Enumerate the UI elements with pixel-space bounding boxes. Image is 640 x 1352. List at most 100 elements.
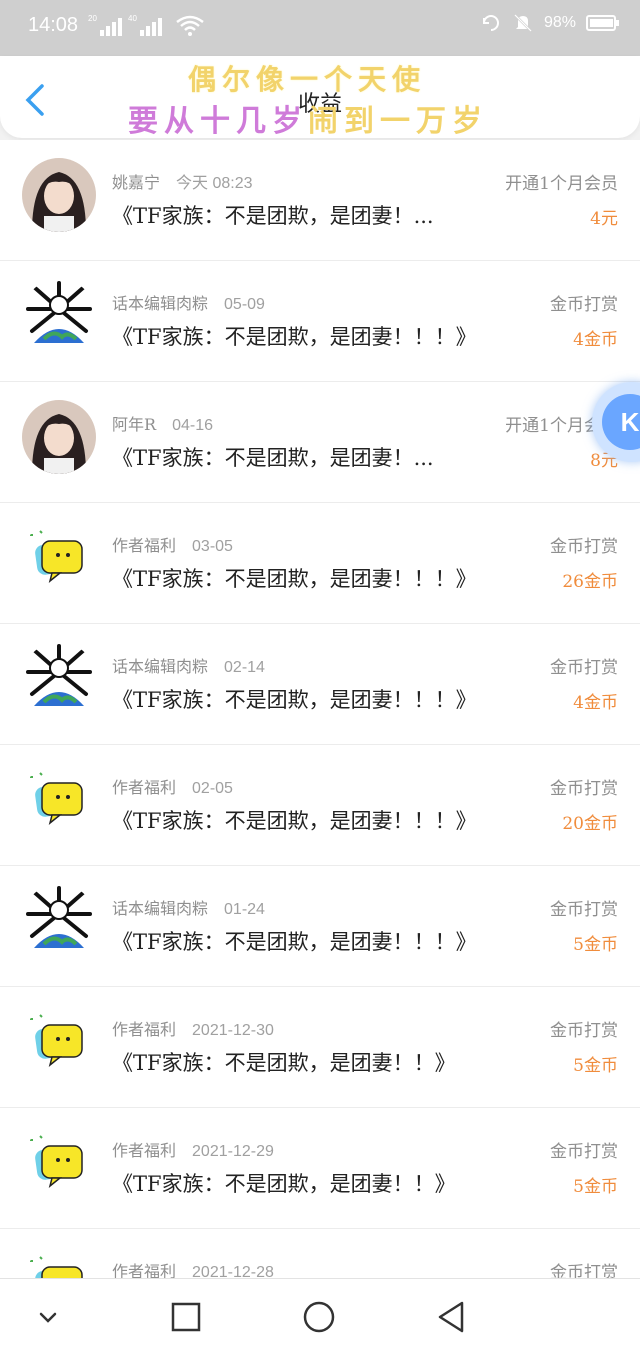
list-item[interactable]: 话本编辑肉粽 01-24 《TF家族：不是团欺，是团妻！！！》 金币打赏 5金币 [0, 866, 640, 987]
book-title: 《TF家族：不是团欺，是团妻！！！》 [112, 930, 472, 954]
item-meta: 作者福利 2021-12-29 [112, 1137, 274, 1161]
book-title: 《TF家族：不是团欺，是团妻！... [112, 204, 434, 228]
earnings-list: 姚嘉宁 今天 08:23 《TF家族：不是团欺，是团妻！... 开通1个月会员 4… [0, 140, 640, 1278]
item-date: 2021-12-30 [192, 1022, 274, 1039]
avatar[interactable] [22, 642, 96, 716]
overlay-text-part-b: 闹到一万岁 [308, 104, 488, 139]
overlay-text-part-a: 要从十几岁 [128, 104, 308, 139]
earning-type: 金币打赏 [550, 658, 618, 678]
earning-amount: 20金币 [562, 814, 618, 834]
earning-type: 开通1个月会员 [505, 174, 618, 194]
list-item[interactable]: 阿年R 04-16 《TF家族：不是团欺，是团妻！... 开通1个月会员 8元 [0, 382, 640, 503]
user-name: 作者福利 [112, 778, 177, 797]
globe-avatar [22, 884, 96, 958]
list-item[interactable]: 作者福利 02-05 《TF家族：不是团欺，是团妻！！！》 金币打赏 20金币 [0, 745, 640, 866]
earning-type: 金币打赏 [550, 1021, 618, 1041]
avatar[interactable] [22, 158, 96, 232]
item-date: 2021-12-29 [192, 1143, 274, 1160]
wifi-icon [176, 15, 204, 36]
book-title: 《TF家族：不是团欺，是团妻！！》 [112, 1172, 456, 1196]
signal-icon: 20 [88, 14, 122, 36]
list-item[interactable]: 作者福利 03-05 《TF家族：不是团欺，是团妻！！！》 金币打赏 26金币 [0, 503, 640, 624]
user-name: 作者福利 [112, 1020, 177, 1039]
avatar[interactable] [22, 884, 96, 958]
earning-amount: 5金币 [573, 935, 618, 955]
back-icon[interactable] [434, 1299, 470, 1335]
svg-text:40: 40 [128, 14, 137, 23]
collapse-icon[interactable] [30, 1299, 66, 1335]
list-item[interactable]: 姚嘉宁 今天 08:23 《TF家族：不是团欺，是团妻！... 开通1个月会员 4… [0, 140, 640, 261]
item-date: 05-09 [224, 296, 265, 313]
overlay-text-line-1: 偶尔像一个天使 [188, 63, 427, 96]
book-title: 《TF家族：不是团欺，是团妻！！！》 [112, 809, 472, 833]
yellow-bubble-avatar [22, 1005, 96, 1079]
item-date: 04-16 [172, 417, 213, 434]
avatar[interactable] [22, 279, 96, 353]
item-meta: 话本编辑肉粽 02-14 [112, 653, 265, 677]
item-meta: 作者福利 03-05 [112, 532, 233, 556]
list-item[interactable]: 话本编辑肉粽 05-09 《TF家族：不是团欺，是团妻！！！》 金币打赏 4金币 [0, 261, 640, 382]
user-name: 话本编辑肉粽 [112, 899, 209, 918]
mute-icon [514, 14, 532, 32]
avatar[interactable] [22, 1247, 96, 1278]
globe-avatar [22, 279, 96, 353]
battery-icon [586, 15, 619, 31]
yellow-bubble-avatar [22, 521, 96, 595]
list-item[interactable]: 话本编辑肉粽 02-14 《TF家族：不是团欺，是团妻！！！》 金币打赏 4金币 [0, 624, 640, 745]
avatar[interactable] [22, 400, 96, 474]
item-meta: 话本编辑肉粽 05-09 [112, 290, 265, 314]
user-name: 作者福利 [112, 536, 177, 555]
earning-type: 金币打赏 [550, 1142, 618, 1162]
status-time: 14:08 [28, 14, 79, 36]
item-meta: 作者福利 2021-12-30 [112, 1016, 274, 1040]
recents-icon[interactable] [168, 1299, 204, 1335]
sync-icon [482, 15, 499, 31]
globe-avatar [22, 642, 96, 716]
earning-amount: 5金币 [573, 1177, 618, 1197]
earning-type: 金币打赏 [550, 295, 618, 315]
list-item[interactable]: 作者福利 2021-12-30 《TF家族：不是团欺，是团妻！！》 金币打赏 5金… [0, 987, 640, 1108]
avatar[interactable] [22, 1126, 96, 1200]
book-title: 《TF家族：不是团欺，是团妻！！！》 [112, 325, 472, 349]
item-date: 02-14 [224, 659, 265, 676]
earning-type: 金币打赏 [550, 900, 618, 920]
list-item[interactable]: 作者福利 2021-12-28 金币打赏 [0, 1229, 640, 1278]
item-meta: 姚嘉宁 今天 08:23 [112, 169, 253, 193]
user-name: 姚嘉宁 [112, 173, 161, 192]
earning-amount: 4金币 [573, 693, 618, 713]
avatar[interactable] [22, 521, 96, 595]
book-title: 《TF家族：不是团欺，是团妻！！！》 [112, 567, 472, 591]
floating-button-label: K [602, 394, 640, 450]
book-title: 《TF家族：不是团欺，是团妻！！！》 [112, 688, 472, 712]
user-name: 阿年R [112, 415, 157, 434]
book-title: 《TF家族：不是团欺，是团妻！... [112, 446, 434, 470]
item-meta: 话本编辑肉粽 01-24 [112, 895, 265, 919]
girl-photo-avatar [22, 158, 96, 232]
yellow-bubble-avatar [22, 763, 96, 837]
user-name: 话本编辑肉粽 [112, 294, 209, 313]
home-icon[interactable] [301, 1299, 337, 1335]
earning-amount: 4元 [590, 209, 618, 229]
overlay-text-line-2: 要从十几岁闹到一万岁 [128, 96, 488, 140]
svg-text:20: 20 [88, 14, 97, 23]
signal-icon-2: 40 [128, 14, 162, 36]
item-date: 01-24 [224, 901, 265, 918]
item-meta: 作者福利 2021-12-28 [112, 1258, 274, 1278]
earning-amount: 4金币 [573, 330, 618, 350]
item-date: 02-05 [192, 780, 233, 797]
user-name: 话本编辑肉粽 [112, 657, 209, 676]
earning-amount: 5金币 [573, 1056, 618, 1076]
earning-type: 金币打赏 [550, 779, 618, 799]
status-bar: 14:08 20 40 98% [0, 0, 640, 56]
item-date: 03-05 [192, 538, 233, 555]
list-item[interactable]: 作者福利 2021-12-29 《TF家族：不是团欺，是团妻！！》 金币打赏 5金… [0, 1108, 640, 1229]
system-nav-bar [0, 1278, 640, 1352]
earning-amount: 26金币 [562, 572, 618, 592]
user-name: 作者福利 [112, 1141, 177, 1160]
item-meta: 作者福利 02-05 [112, 774, 233, 798]
book-title: 《TF家族：不是团欺，是团妻！！》 [112, 1051, 456, 1075]
item-meta: 阿年R 04-16 [112, 411, 213, 435]
avatar[interactable] [22, 1005, 96, 1079]
avatar[interactable] [22, 763, 96, 837]
battery-percent: 98% [543, 14, 576, 31]
